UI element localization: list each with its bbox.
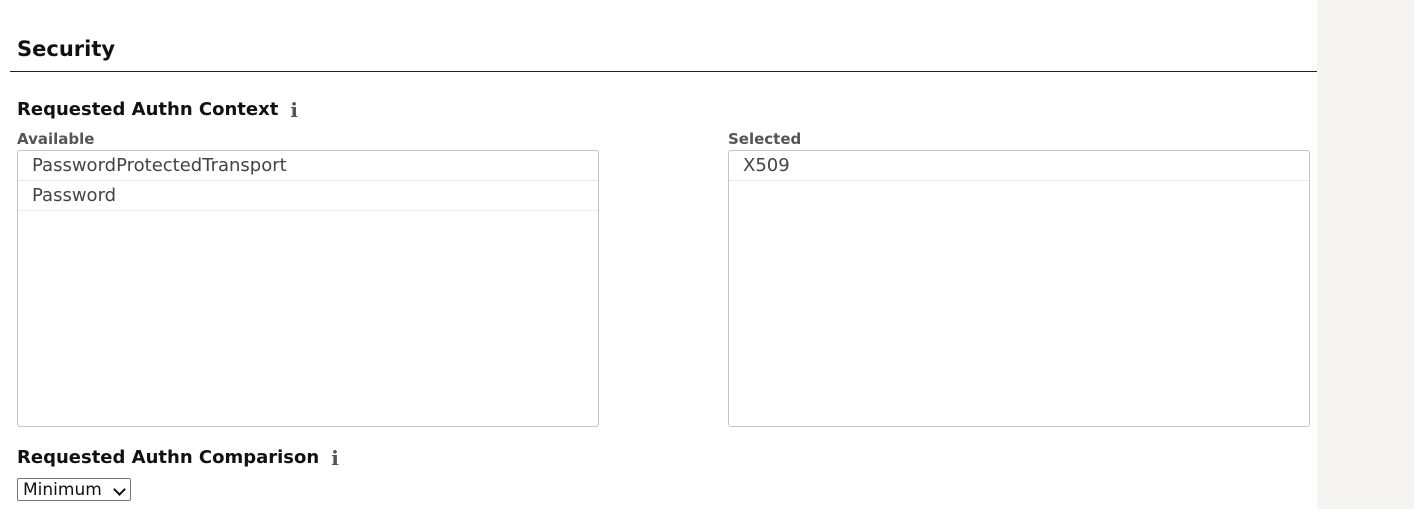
info-icon[interactable]: i [331,448,339,468]
available-listbox[interactable]: PasswordProtectedTransport Password [17,150,599,427]
selected-label: Selected [728,130,802,148]
authn-comparison-value: Minimum [23,479,102,500]
chevron-down-icon [113,483,126,496]
section-title: Security [17,37,116,61]
authn-context-label: Requested Authn Context i [17,99,298,120]
list-item[interactable]: PasswordProtectedTransport [18,151,598,181]
list-item[interactable]: X509 [729,151,1309,181]
authn-comparison-label: Requested Authn Comparison i [17,447,339,468]
selected-listbox[interactable]: X509 [728,150,1310,427]
section-divider [10,71,1317,72]
security-panel: Security Requested Authn Context i Avail… [0,0,1317,509]
available-label: Available [17,130,95,148]
list-item[interactable]: Password [18,181,598,211]
authn-comparison-label-text: Requested Authn Comparison [17,447,320,468]
authn-comparison-select[interactable]: Minimum [17,478,131,501]
info-icon[interactable]: i [290,100,298,120]
authn-context-label-text: Requested Authn Context [17,99,279,120]
